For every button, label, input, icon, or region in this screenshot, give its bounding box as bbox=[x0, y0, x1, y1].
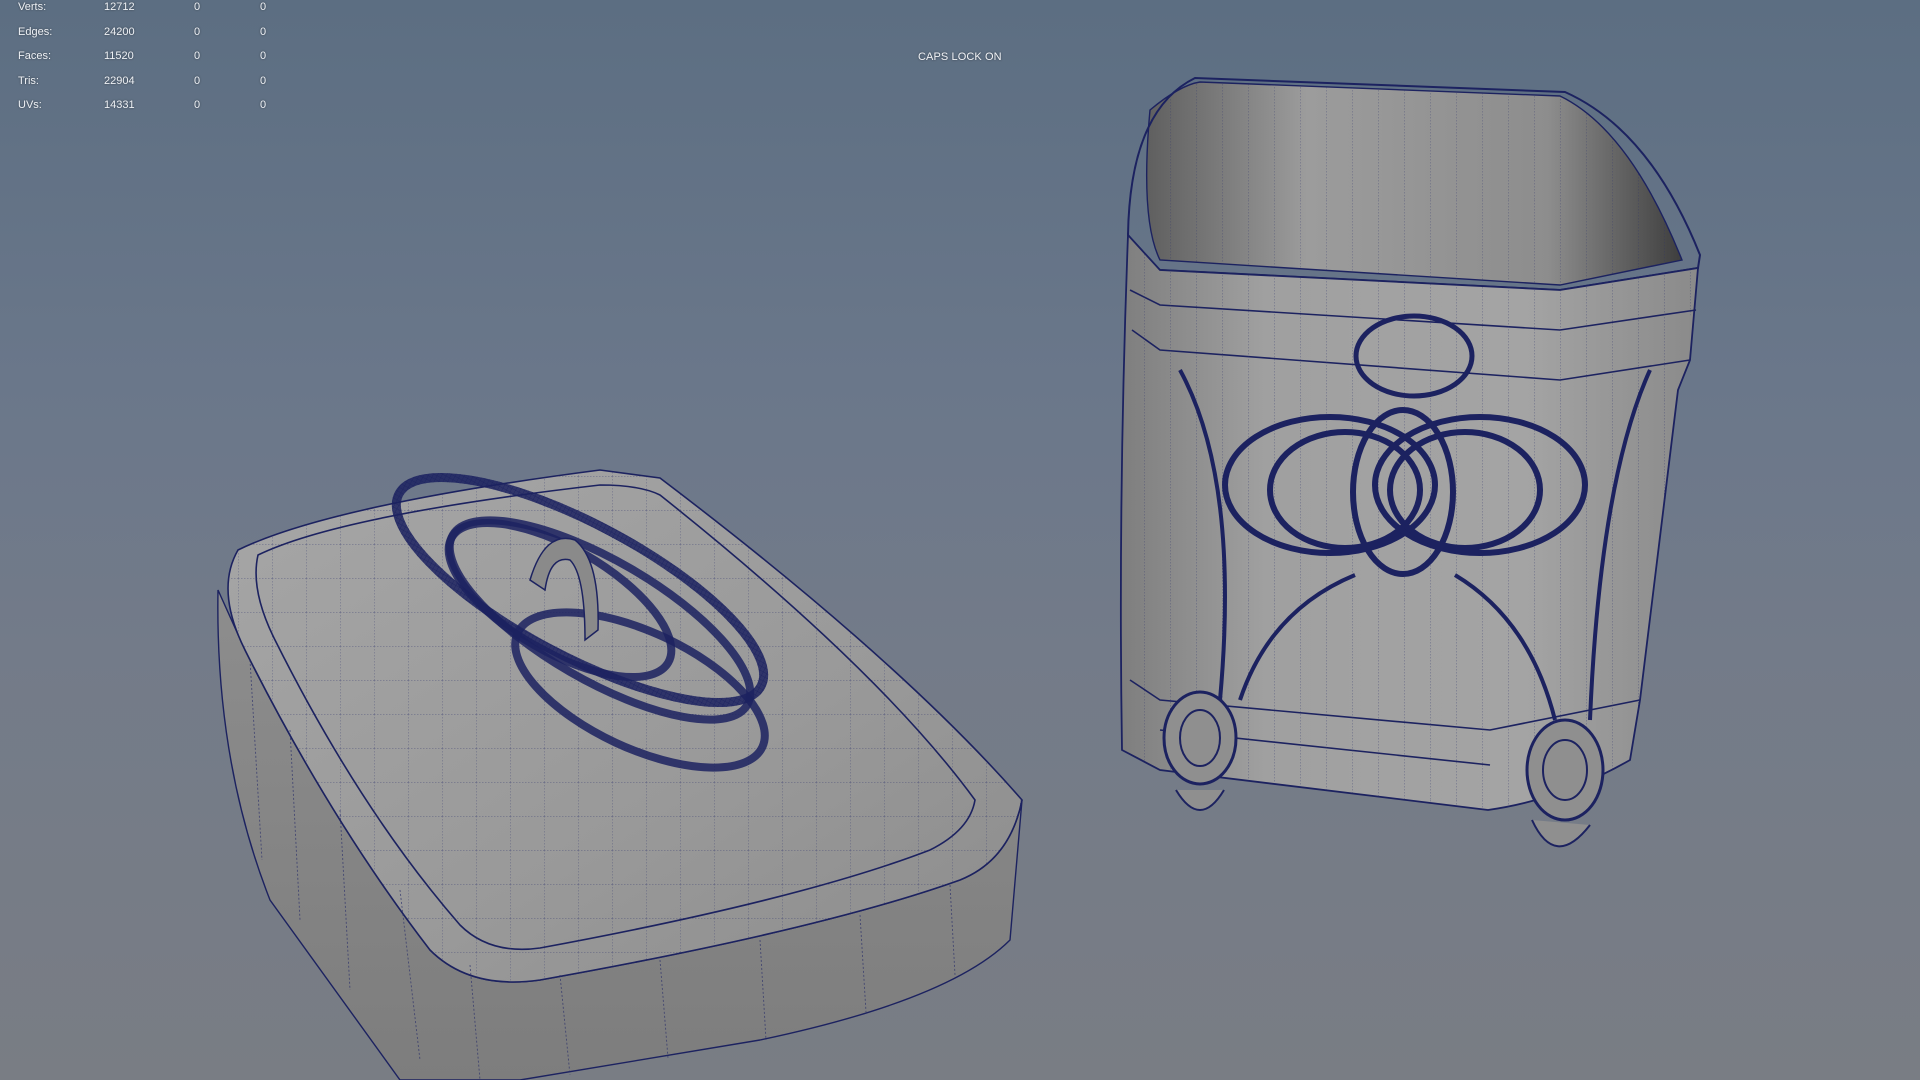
box-mesh[interactable] bbox=[1119, 76, 1702, 848]
hud-label: Tris: bbox=[18, 74, 39, 87]
hud-component-count: 0 bbox=[260, 50, 267, 63]
hud-total-count: 11520 bbox=[104, 50, 134, 63]
viewport-scene bbox=[217, 76, 1702, 1080]
lid-mesh[interactable] bbox=[217, 435, 1023, 1080]
hud-row-edges: Edges: 24200 0 0 bbox=[0, 25, 290, 50]
hud-selected-count: 0 bbox=[194, 25, 201, 38]
hud-component-count: 0 bbox=[260, 25, 267, 38]
hud-row-faces: Faces: 11520 0 0 bbox=[0, 49, 290, 74]
hud-component-count: 0 bbox=[260, 99, 267, 112]
hud-label: Verts: bbox=[18, 1, 47, 13]
hud-selected-count: 0 bbox=[194, 50, 201, 63]
hud-total-count: 24200 bbox=[104, 25, 135, 38]
hud-row-uvs: UVs: 14331 0 0 bbox=[0, 98, 290, 123]
hud-total-count: 22904 bbox=[104, 74, 135, 87]
hud-row-verts: Verts: 12712 0 0 bbox=[0, 0, 290, 25]
hud-total-count: 12712 bbox=[104, 1, 135, 13]
hud-selected-count: 0 bbox=[194, 99, 201, 112]
hud-label: Edges: bbox=[18, 25, 53, 38]
hud-total-count: 14331 bbox=[104, 99, 135, 112]
hud-row-tris: Tris: 22904 0 0 bbox=[0, 74, 290, 99]
hud-selected-count: 0 bbox=[194, 1, 201, 13]
hud-label: Faces: bbox=[18, 50, 52, 63]
hud-label: UVs: bbox=[18, 99, 42, 112]
3d-viewport[interactable]: Verts: 12712 0 0 Edges: 24200 0 0 Faces:… bbox=[0, 0, 1920, 1080]
hud-selected-count: 0 bbox=[194, 74, 201, 87]
poly-count-hud: Verts: 12712 0 0 Edges: 24200 0 0 Faces:… bbox=[0, 0, 290, 123]
caps-lock-indicator: CAPS LOCK ON bbox=[918, 51, 1002, 63]
hud-component-count: 0 bbox=[260, 74, 267, 87]
hud-component-count: 0 bbox=[260, 1, 267, 13]
